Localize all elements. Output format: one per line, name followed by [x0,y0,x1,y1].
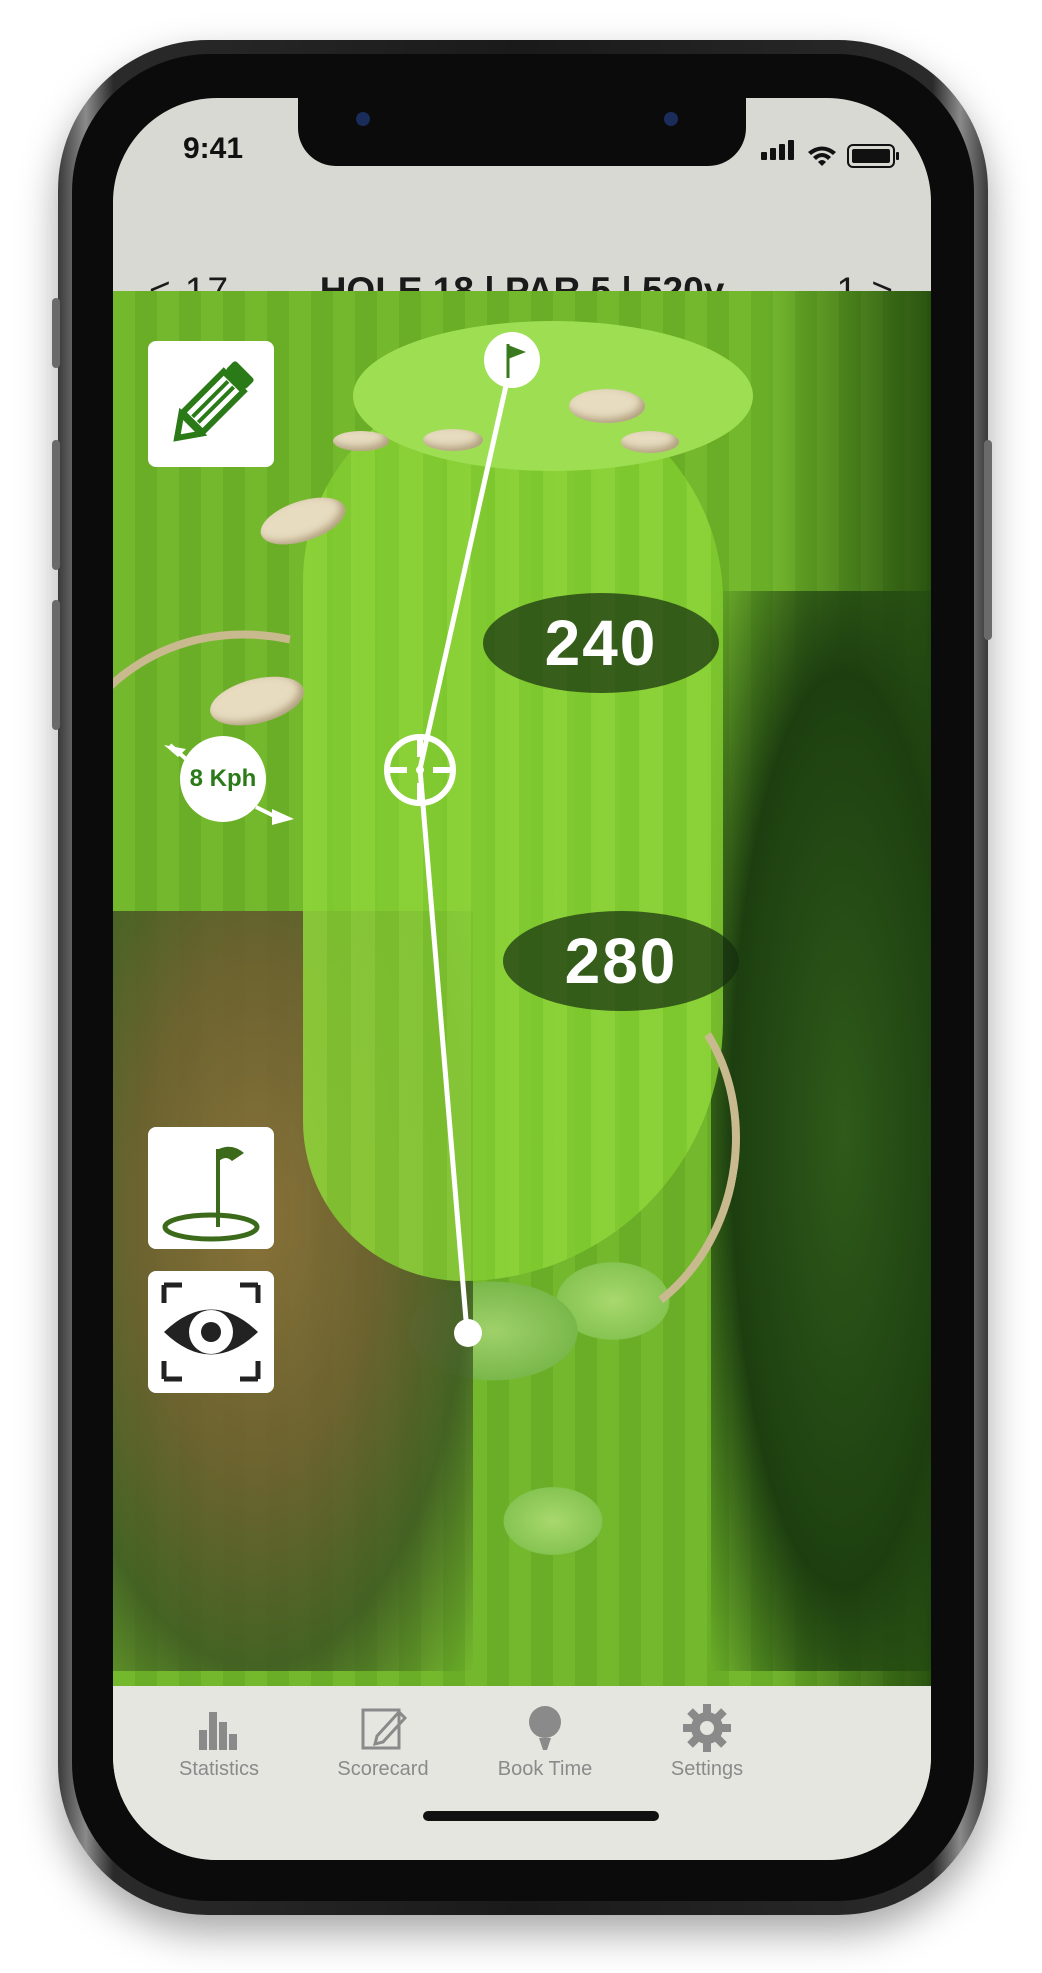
tab-book-time[interactable]: Book Time [475,1704,615,1781]
tab-statistics[interactable]: Statistics [149,1704,289,1781]
home-indicator[interactable] [423,1811,659,1821]
scorecard-edit-icon [361,1708,407,1750]
notch [298,98,746,166]
gear-icon [683,1704,731,1752]
cellular-signal-icon [761,134,797,168]
app-screen: 9:41 < 17 HOLE 18 | PAR 5 | 520y 1 > [113,98,931,1860]
power-button [984,440,992,640]
distance-to-target: 240 [483,593,719,693]
battery-icon [847,144,899,168]
bottom-tab-bar: Statistics Scorecard Book Time Settings [113,1686,931,1860]
hole-map[interactable]: 240 280 8 Kph [113,291,931,1686]
tab-settings[interactable]: Settings [637,1704,777,1781]
scorecard-edit-button[interactable] [148,341,274,467]
wind-speed-label: 8 Kph [189,765,257,792]
target-crosshair[interactable] [381,731,459,814]
volume-up-button [52,440,60,570]
crosshair-icon [384,734,456,806]
tab-book-time-label: Book Time [497,1758,593,1780]
wind-speed-badge: 8 Kph [180,736,266,822]
sensor-icon [664,112,678,126]
distance-upper-value: 240 [544,607,658,679]
flag-on-green-icon [162,1146,260,1242]
pencil-icon [173,361,254,442]
bar-chart-icon [199,1712,237,1750]
tab-statistics-label: Statistics [178,1758,260,1780]
tab-scorecard[interactable]: Scorecard [313,1704,453,1781]
volume-down-button [52,600,60,730]
wind-indicator: 8 Kph [164,731,294,825]
pin-flag-marker[interactable] [484,332,540,388]
view-mode-button[interactable] [148,1271,274,1393]
eye-view-icon [161,1282,261,1382]
distance-lower-value: 280 [564,925,678,997]
golf-ball-tee-icon [529,1706,561,1750]
front-camera-icon [356,112,370,126]
distance-to-pin: 280 [503,911,739,1011]
wifi-icon [808,146,836,166]
tab-scorecard-label: Scorecard [337,1758,429,1780]
flag-icon [506,344,526,378]
tee-position-marker[interactable] [454,1319,482,1347]
mute-switch [52,298,60,368]
pin-position-button[interactable] [148,1127,274,1249]
status-time: 9:41 [183,132,244,165]
tab-settings-label: Settings [670,1758,744,1780]
